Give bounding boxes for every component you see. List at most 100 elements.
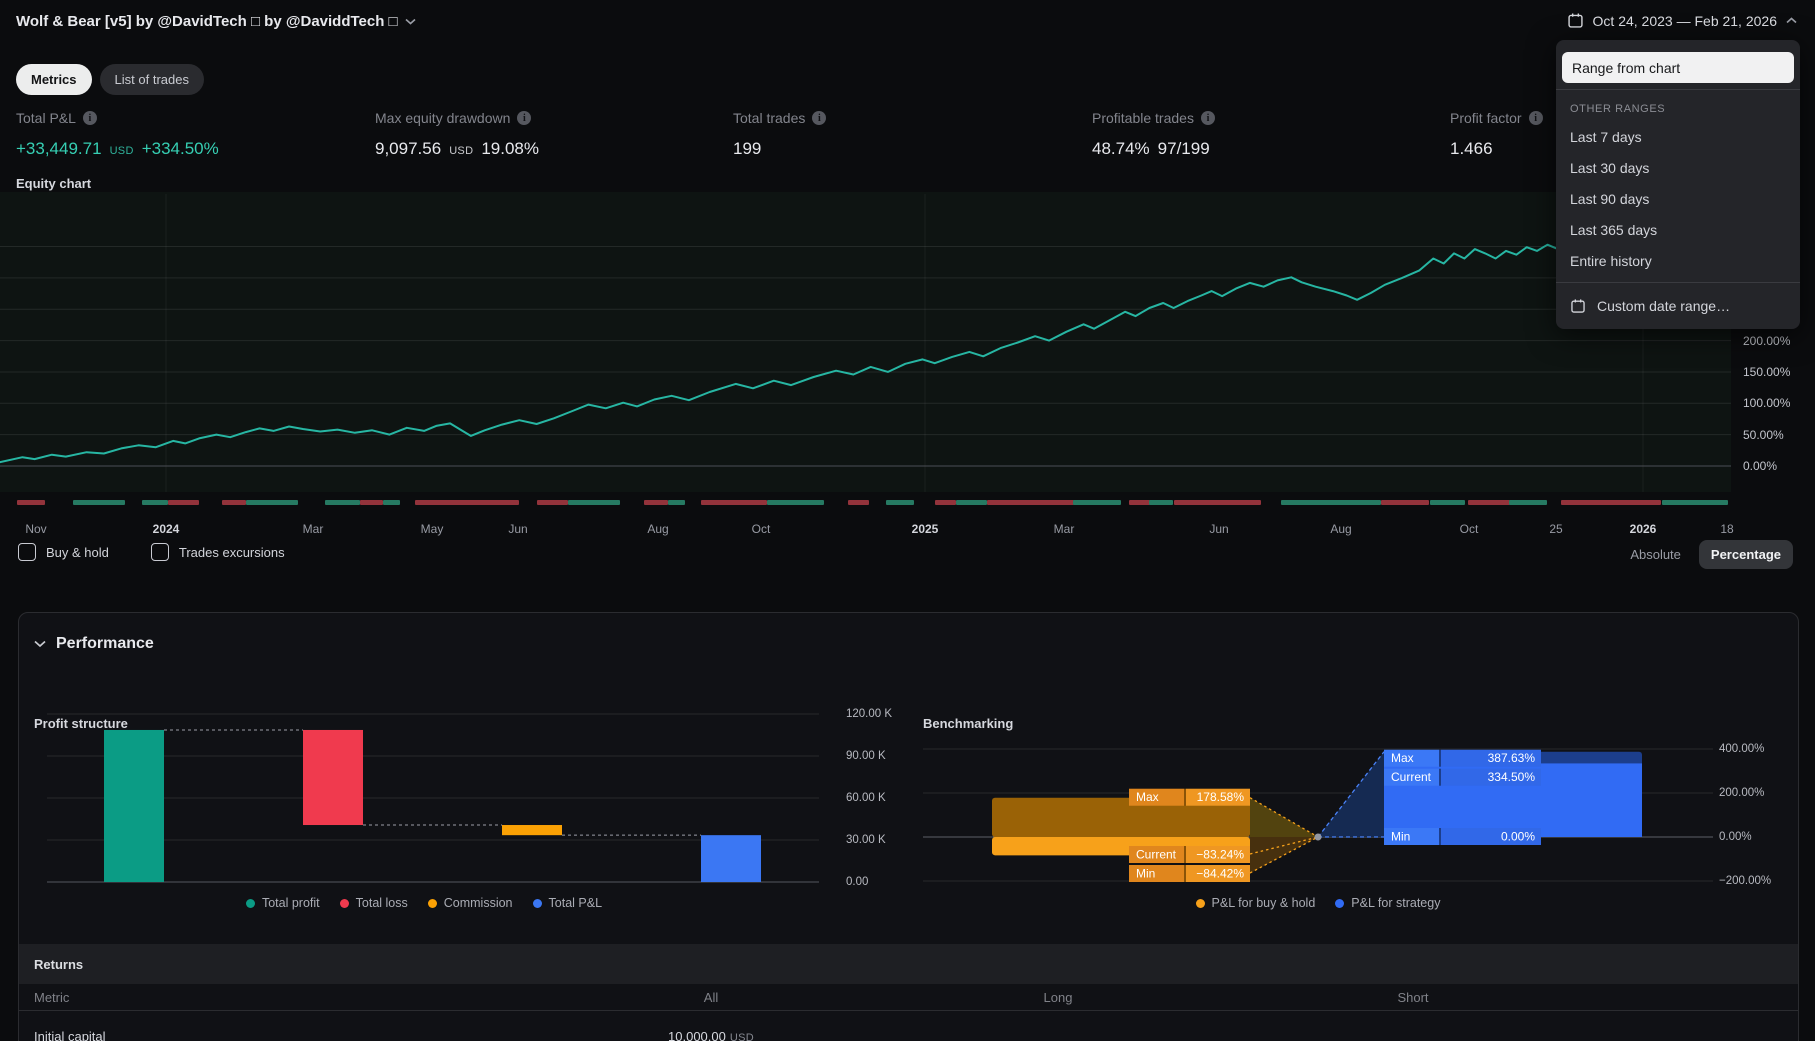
- legend-item: Total profit: [245, 896, 320, 910]
- metric-total-trades: Total trades i 199: [733, 110, 1063, 159]
- info-icon[interactable]: i: [1528, 111, 1543, 125]
- equity-time-axis: Nov 2024 Mar May Jun Aug Oct 2025 Mar Jun Aug Oct 25…: [0, 522, 1733, 540]
- metric-label-text: Total trades: [733, 110, 806, 126]
- axis-tick-label: 30.00 K: [846, 834, 886, 846]
- metric-value-extra: 19.08%: [481, 139, 539, 158]
- menu-item-custom-date-range[interactable]: Custom date range…: [1556, 289, 1800, 323]
- metric-label: Total trades i: [733, 110, 1063, 126]
- row-metric-label: Initial capital: [34, 1029, 106, 1041]
- legend-dot: [427, 898, 437, 908]
- page-title[interactable]: Wolf & Bear [v5] by @DavidTech □ by @Dav…: [16, 13, 416, 30]
- axis-tick-label: 50.00%: [1743, 427, 1784, 442]
- info-icon[interactable]: i: [1200, 111, 1215, 125]
- time-axis-label: May: [420, 522, 444, 536]
- returns-section-header[interactable]: Returns: [19, 944, 1798, 984]
- time-axis-label: 25: [1549, 522, 1563, 536]
- metric-value-main: 9,097.56: [375, 139, 442, 158]
- svg-text:387.63%: 387.63%: [1488, 751, 1536, 765]
- svg-text:Min: Min: [1136, 867, 1155, 881]
- losing-trades-marker: [537, 500, 568, 505]
- chevron-up-icon: [1786, 17, 1797, 24]
- legend-item: Commission: [427, 896, 513, 910]
- legend-label: Total loss: [355, 896, 408, 910]
- metric-value-main: 199: [733, 139, 762, 158]
- svg-text:0.00%: 0.00%: [1501, 830, 1535, 844]
- losing-trades-marker: [1468, 500, 1510, 505]
- performance-section-header[interactable]: Performance: [34, 635, 154, 653]
- time-axis-label: 2025: [911, 522, 939, 536]
- menu-item-last-365-days[interactable]: Last 365 days: [1556, 214, 1800, 245]
- metric-unit: USD: [449, 145, 474, 157]
- losing-trades-marker: [1174, 500, 1261, 505]
- time-axis-label: Oct: [751, 522, 771, 536]
- checkbox-box[interactable]: [150, 543, 169, 561]
- menu-item-last-7-days[interactable]: Last 7 days: [1556, 121, 1800, 152]
- value-mode-toggle: Absolute Percentage: [1622, 540, 1793, 569]
- winning-trades-marker: [142, 500, 168, 505]
- column-header-long: Long: [1043, 990, 1073, 1005]
- time-axis-label: Oct: [1459, 522, 1479, 536]
- losing-trades-marker: [17, 500, 45, 505]
- legend-dot: [532, 898, 542, 908]
- strategy-tester-page: Wolf & Bear [v5] by @DavidTech □ by @Dav…: [0, 0, 1815, 1041]
- winning-trades-marker: [73, 500, 125, 505]
- legend-dot: [1335, 898, 1345, 908]
- date-range-dropdown: Range from chart OTHER RANGES Last 7 day…: [1556, 40, 1800, 329]
- winning-trades-marker: [1281, 500, 1381, 505]
- losing-trades-marker: [360, 500, 383, 505]
- tab-list-of-trades[interactable]: List of trades: [99, 64, 204, 95]
- winning-trades-marker: [325, 500, 360, 505]
- calendar-icon: [1567, 13, 1583, 28]
- legend-label: Commission: [443, 896, 513, 910]
- checkbox-box[interactable]: [18, 543, 36, 561]
- legend-item: P&L for strategy: [1335, 896, 1440, 910]
- performance-panel: Performance Profit structure 120.00 K 90.…: [18, 612, 1799, 1041]
- date-range-button[interactable]: Oct 24, 2023 — Feb 21, 2026: [1565, 10, 1799, 31]
- percentage-mode-button[interactable]: Percentage: [1698, 540, 1793, 569]
- time-axis-label: Mar: [1053, 522, 1075, 536]
- winning-trades-marker: [1073, 500, 1121, 505]
- benchmarking-y-axis: 400.00% 200.00% 0.00% −200.00%: [1719, 701, 1797, 901]
- menu-divider: [1556, 282, 1800, 283]
- axis-tick-label: 60.00 K: [846, 792, 886, 804]
- info-icon[interactable]: i: [82, 111, 97, 125]
- info-icon[interactable]: i: [812, 111, 827, 125]
- metric-label-text: Profit factor: [1450, 110, 1522, 126]
- checkbox-buy-hold[interactable]: Buy & hold: [18, 543, 109, 561]
- legend-dot: [1195, 898, 1205, 908]
- metric-value: 199: [733, 139, 1063, 159]
- table-row[interactable]: Initial capital 10,000.00 USD: [19, 1011, 1798, 1041]
- menu-item-last-90-days[interactable]: Last 90 days: [1556, 183, 1800, 214]
- menu-item-range-from-chart[interactable]: Range from chart: [1562, 52, 1794, 83]
- metric-value-main: +33,449.71: [16, 139, 102, 158]
- info-icon[interactable]: i: [517, 111, 532, 125]
- equity-chart[interactable]: [0, 170, 1731, 500]
- chevron-down-icon: [34, 640, 46, 648]
- metric-value-extra: 97/199: [1157, 139, 1210, 158]
- legend-label: Total profit: [261, 896, 320, 910]
- menu-item-last-30-days[interactable]: Last 30 days: [1556, 152, 1800, 183]
- calendar-icon: [1571, 299, 1585, 313]
- winning-trades-marker: [886, 500, 914, 505]
- time-axis-label: Aug: [647, 522, 669, 536]
- axis-tick-label: 0.00%: [1743, 459, 1778, 473]
- custom-date-range-label: Custom date range…: [1597, 298, 1731, 314]
- axis-tick-label: 200.00%: [1743, 333, 1791, 348]
- menu-item-entire-history[interactable]: Entire history: [1556, 245, 1800, 276]
- svg-text:−83.24%: −83.24%: [1196, 848, 1244, 862]
- losing-trades-marker: [1561, 500, 1661, 505]
- metric-profitable-trades: Profitable trades i 48.74% 97/199: [1092, 110, 1422, 159]
- svg-text:Current: Current: [1136, 848, 1177, 862]
- metric-value-main: 48.74%: [1092, 139, 1150, 158]
- checkbox-trades-excursions[interactable]: Trades excursions: [150, 543, 285, 561]
- benchmarking-legend: P&L for buy & hold P&L for strategy: [923, 896, 1713, 910]
- metric-label: Profitable trades i: [1092, 110, 1422, 126]
- legend-dot: [339, 898, 349, 908]
- tab-metrics[interactable]: Metrics: [16, 64, 92, 95]
- menu-section-label: OTHER RANGES: [1570, 103, 1666, 115]
- metric-value: 48.74% 97/199: [1092, 139, 1422, 159]
- winning-trades-marker: [383, 500, 400, 505]
- time-axis-label: Mar: [302, 522, 324, 536]
- benchmarking-chart: Max 178.58% Current −83.24% Min −84.42% Max 387…: [923, 748, 1713, 882]
- absolute-mode-button[interactable]: Absolute: [1622, 541, 1689, 568]
